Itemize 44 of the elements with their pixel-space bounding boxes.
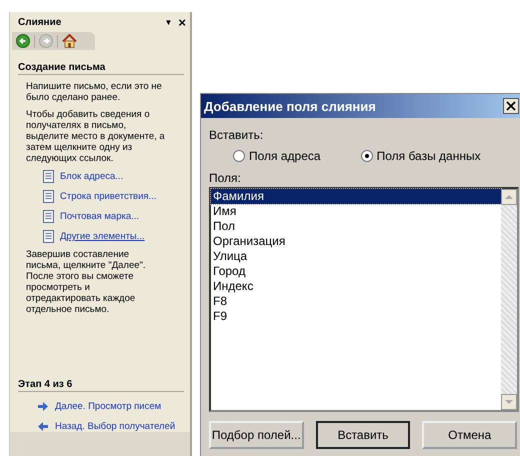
step-link[interactable]: Далее. Просмотр писем [55, 401, 162, 412]
step-title: Этап 4 из 6 [18, 379, 184, 392]
pane-link[interactable]: Строка приветствия... [60, 191, 156, 202]
close-icon[interactable] [503, 98, 519, 114]
list-item[interactable]: Индекс [211, 279, 501, 294]
right-arrow-icon [38, 402, 48, 411]
list-item[interactable]: Пол [211, 219, 501, 234]
document-icon [43, 190, 54, 203]
radio-button[interactable] [233, 150, 245, 162]
list-item[interactable]: Город [211, 264, 501, 279]
pane-menu-button[interactable]: ▼ [164, 18, 172, 26]
list-item[interactable]: Улица [211, 249, 501, 264]
list-item[interactable]: F9 [211, 309, 501, 324]
step-link[interactable]: Назад. Выбор получателей [55, 421, 176, 432]
instruction-text: Напишите письмо, если это не было сделано ранее. [26, 81, 163, 103]
list-item[interactable]: F8 [211, 294, 501, 309]
scroll-up-icon[interactable] [501, 189, 517, 205]
instruction-text: Чтобы добавить сведения о получателях в письмо, выделите место в документе, а затем щелкните одну из следующих ссылок. [26, 109, 166, 164]
list-item[interactable]: Имя [211, 204, 501, 219]
pane-link[interactable]: Другие элементы... [60, 231, 145, 242]
dialog-button[interactable]: Вставить [316, 421, 410, 449]
document-icon [43, 210, 54, 223]
close-button[interactable]: × [178, 14, 186, 30]
radio-label[interactable]: Поля базы данных [376, 149, 481, 163]
left-arrow-icon [38, 422, 48, 431]
section-title: Создание письма [18, 62, 184, 75]
insert-label: Вставить: [209, 128, 264, 142]
scrollbar[interactable] [501, 189, 517, 410]
dialog-button[interactable]: Отмена [422, 421, 518, 449]
home-icon[interactable] [62, 34, 77, 48]
list-item[interactable]: Фамилия [211, 189, 501, 204]
pane-title: Слияние [18, 16, 62, 28]
document-icon [43, 170, 54, 183]
document-icon [43, 230, 54, 243]
list-item[interactable]: Организация [211, 234, 501, 249]
pane-link[interactable]: Почтовая марка... [60, 211, 140, 222]
pane-link[interactable]: Блок адреса... [60, 171, 124, 182]
radio-button[interactable] [360, 150, 373, 162]
scroll-down-icon[interactable] [501, 394, 517, 410]
dialog-title: Добавление поля слияния [204, 98, 377, 114]
radio-label[interactable]: Поля адреса [249, 149, 321, 163]
instruction-text: Завершив составление письма, щелкните "Далее". После этого вы сможете просмотреть и отредактировать каждое отдельное письмо. [26, 249, 147, 315]
dialog-button[interactable]: Подбор полей... [209, 421, 304, 449]
fields-label: Поля: [209, 171, 242, 185]
